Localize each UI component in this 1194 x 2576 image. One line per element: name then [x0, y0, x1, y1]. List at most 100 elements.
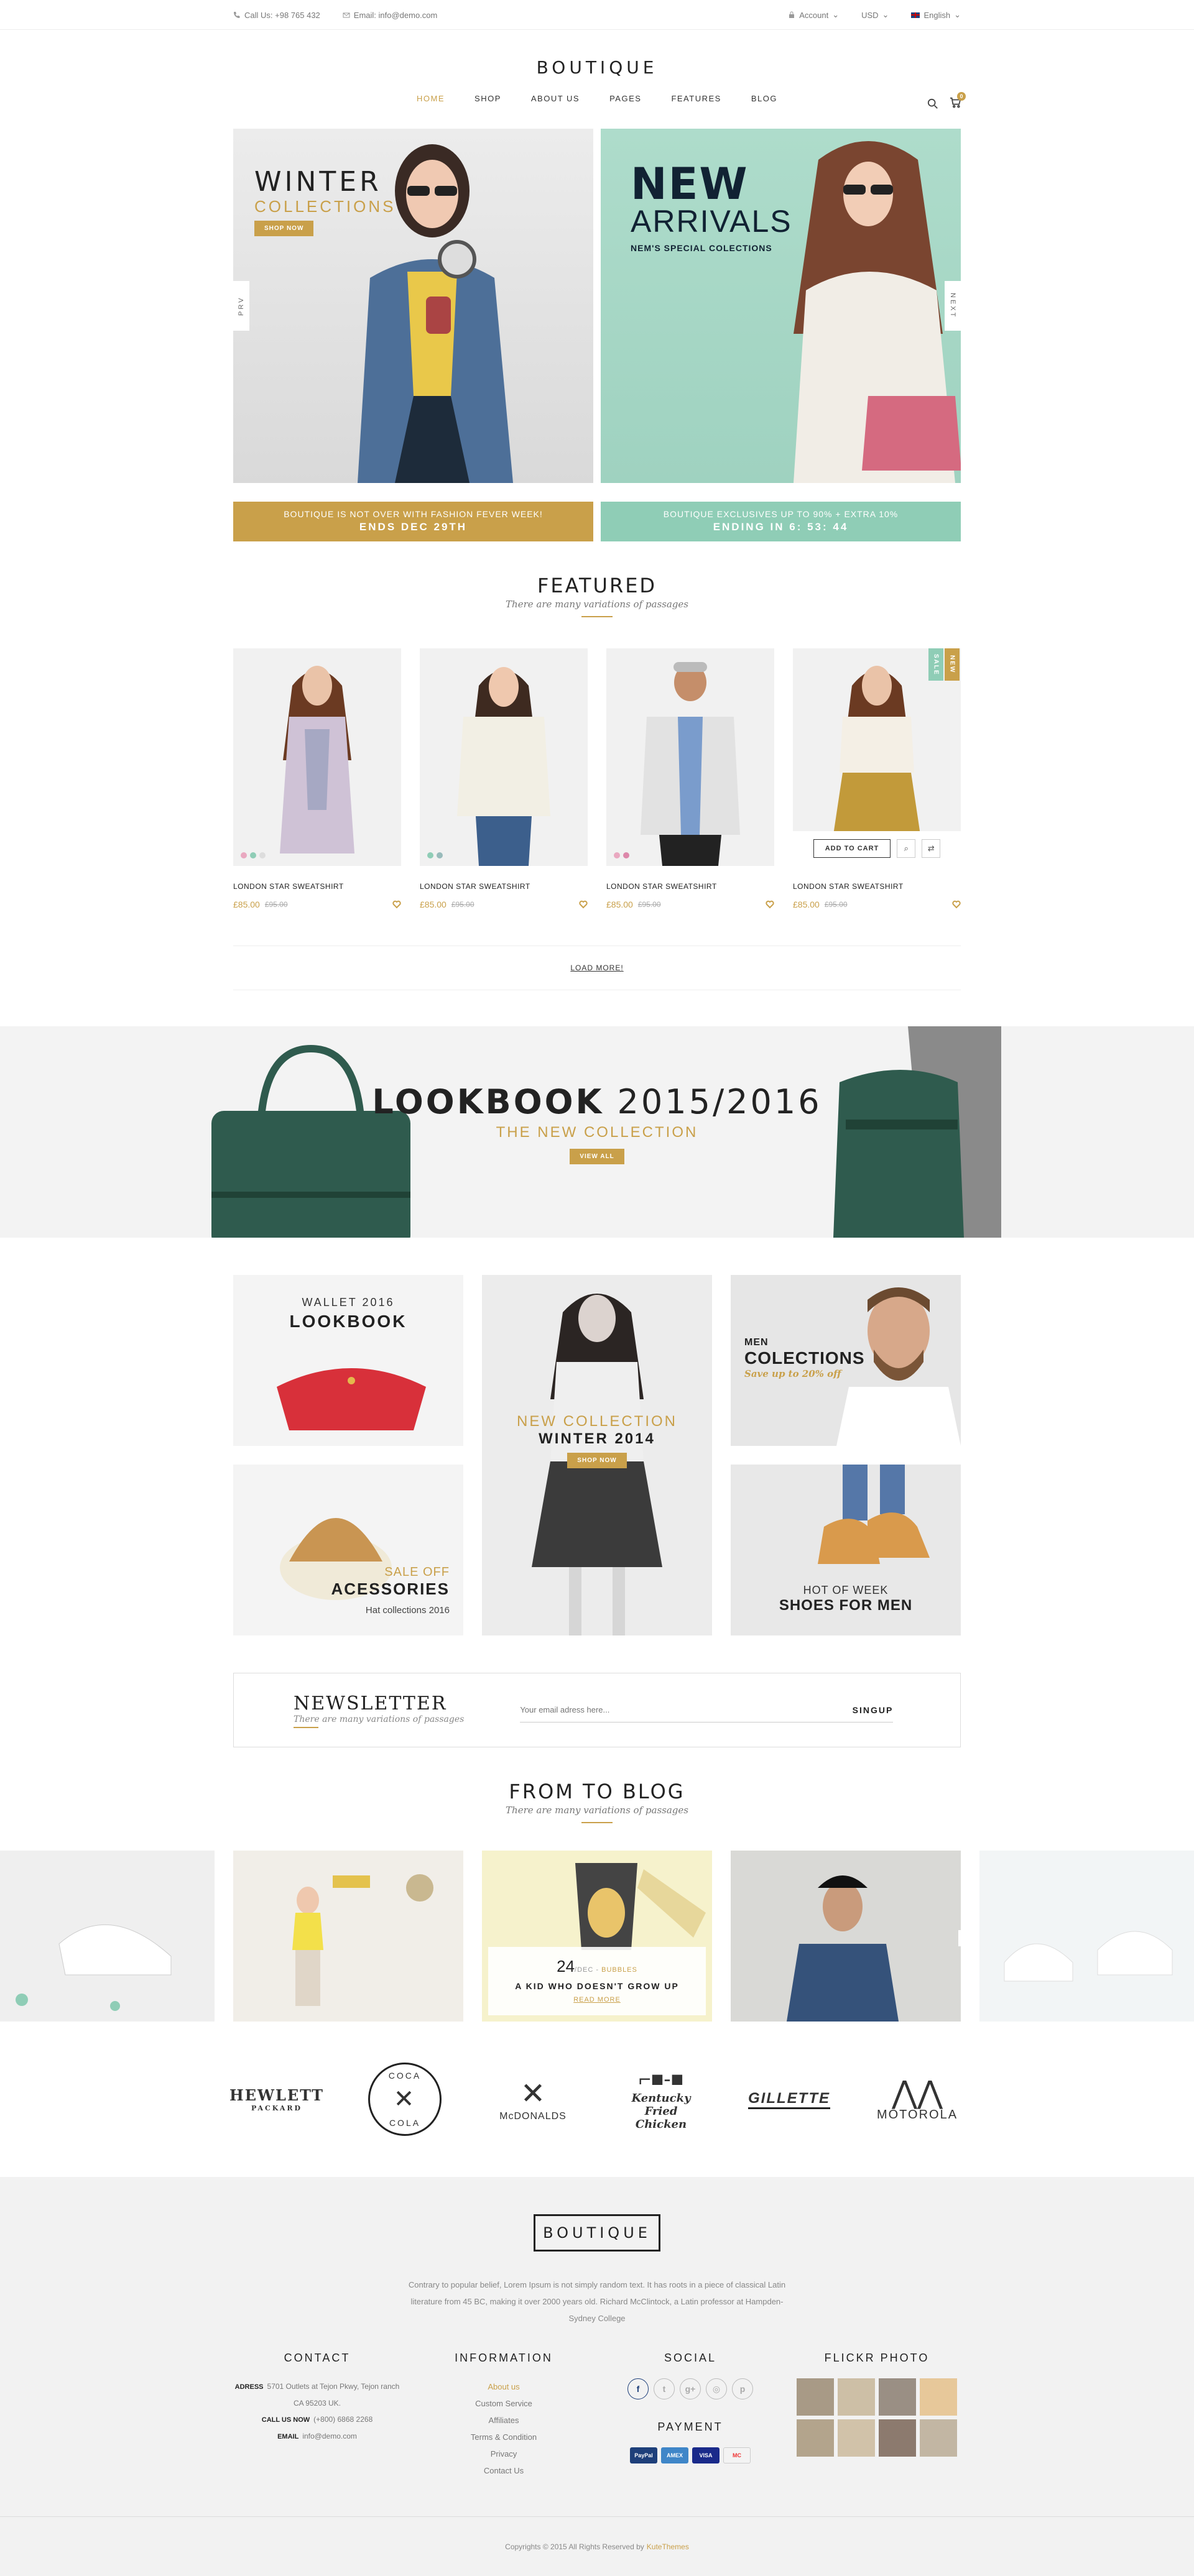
product-card[interactable]: SALE NEW ADD TO CART ⌕ ⇄ LONDON STAR SWE…: [793, 648, 961, 909]
blog-post-card[interactable]: [0, 1851, 215, 2022]
search-icon[interactable]: [927, 98, 938, 109]
google-plus-icon[interactable]: g+: [680, 2378, 701, 2399]
language-dropdown[interactable]: English ⌄: [911, 10, 961, 20]
heart-icon[interactable]: [579, 900, 588, 909]
blog-post-card[interactable]: [233, 1851, 463, 2022]
men-collections-banner[interactable]: MEN COLECTIONS Save up to 20% off: [731, 1275, 961, 1446]
blog-next-arrow[interactable]: ›: [958, 1930, 961, 1946]
footer-link[interactable]: Terms & Condition: [420, 2429, 588, 2445]
lookbook-subtitle: THE NEW COLLECTION: [496, 1124, 698, 1141]
compare-icon[interactable]: ⇄: [922, 839, 941, 858]
sale-badge: SALE: [928, 648, 943, 681]
flickr-photo[interactable]: [838, 2419, 875, 2457]
nav-features[interactable]: FEATURES: [671, 94, 721, 111]
flickr-photo[interactable]: [879, 2419, 916, 2457]
slide-subtitle: ARRIVALS: [631, 204, 792, 239]
shop-now-button[interactable]: SHOP NOW: [254, 221, 314, 236]
shoes-for-men-banner[interactable]: HOT OF WEEK SHOES FOR MEN: [731, 1465, 961, 1635]
product-card[interactable]: LONDON STAR SWEATSHIRT £85.00 £95.00: [233, 648, 401, 909]
brand-kfc[interactable]: ⌐■-■ Kentucky Fried Chicken: [618, 2062, 705, 2137]
blog-post-caption: 24/DEC - BUBBLES A KID WHO DOESN'T GROW …: [488, 1947, 706, 2015]
color-swatches[interactable]: [241, 852, 266, 858]
footer-information: INFORMATION About us Custom Service Affi…: [420, 2352, 588, 2479]
next-slide-button[interactable]: NEXT: [945, 281, 961, 331]
winter-collection-banner[interactable]: NEW COLLECTION WINTER 2014 SHOP NOW: [482, 1275, 712, 1635]
instagram-icon[interactable]: ◎: [706, 2378, 727, 2399]
footer-link[interactable]: Privacy: [420, 2445, 588, 2462]
load-more-link[interactable]: LOAD MORE!: [233, 945, 961, 990]
footer-description: Contrary to popular belief, Lorem Ipsum …: [408, 2280, 786, 2323]
footer-link[interactable]: About us: [420, 2378, 588, 2395]
heart-icon[interactable]: [392, 900, 401, 909]
color-swatches[interactable]: [614, 852, 629, 858]
flickr-photo[interactable]: [838, 2378, 875, 2416]
brand-gillette[interactable]: GILLETTE: [746, 2062, 833, 2137]
company-link[interactable]: KuteThemes: [647, 2542, 689, 2551]
twitter-icon[interactable]: t: [654, 2378, 675, 2399]
product-image[interactable]: SALE NEW ADD TO CART ⌕ ⇄: [793, 648, 961, 866]
model-lace-dress-image: [280, 666, 354, 853]
nav-home[interactable]: HOME: [417, 94, 445, 111]
cart-button[interactable]: 0: [950, 92, 966, 111]
slide-new-arrivals[interactable]: NEW ARRIVALS NEM'S SPECIAL COLECTIONS: [601, 129, 961, 483]
flickr-photo[interactable]: [797, 2419, 834, 2457]
product-card[interactable]: LONDON STAR SWEATSHIRT £85.00 £95.00: [606, 648, 774, 909]
envelope-icon: [343, 12, 350, 18]
nav-shop[interactable]: SHOP: [474, 94, 501, 111]
wallet-lookbook-banner[interactable]: WALLET 2016 LOOKBOOK: [233, 1275, 463, 1446]
footer-link[interactable]: Custom Service: [420, 2395, 588, 2412]
footer-link[interactable]: Affiliates: [420, 2412, 588, 2429]
hero-slider: PRV WINTER COLLECTIONS SHOP NOW NEW ARRI…: [233, 129, 961, 483]
facebook-icon[interactable]: f: [627, 2378, 649, 2399]
nav-pages[interactable]: PAGES: [609, 94, 641, 111]
flickr-photo[interactable]: [879, 2378, 916, 2416]
brand-hp[interactable]: HEWLETT PACKARD: [229, 2062, 323, 2137]
currency-dropdown[interactable]: USD ⌄: [861, 10, 889, 20]
account-dropdown[interactable]: Account ⌄: [788, 10, 839, 20]
flickr-photo[interactable]: [920, 2378, 957, 2416]
footer-logo[interactable]: BOUTIQUE: [534, 2214, 660, 2252]
email-info[interactable]: Email: info@demo.com: [343, 11, 437, 20]
heart-icon[interactable]: [766, 900, 774, 909]
flickr-photo[interactable]: [797, 2378, 834, 2416]
amex-icon: AMEX: [661, 2447, 688, 2463]
nav-about[interactable]: ABOUT US: [531, 94, 580, 111]
add-to-cart-button[interactable]: ADD TO CART: [813, 839, 891, 858]
view-all-button[interactable]: VIEW ALL: [570, 1149, 624, 1164]
pinterest-icon[interactable]: p: [732, 2378, 753, 2399]
site-logo[interactable]: BOUTIQUE: [233, 30, 961, 78]
nav-blog[interactable]: BLOG: [751, 94, 777, 111]
brand-motorola[interactable]: ⋀⋀ MOTOROLA: [874, 2062, 961, 2137]
flickr-photo[interactable]: [920, 2419, 957, 2457]
chevron-down-icon: ⌄: [882, 10, 889, 19]
slide-title: WINTER: [254, 166, 382, 198]
product-image[interactable]: [606, 648, 774, 866]
product-image[interactable]: [420, 648, 588, 866]
brand-coca-cola[interactable]: COCA ✕ COLA: [361, 2062, 448, 2137]
copyright: Copyrights © 2015 All Rights Reserved by…: [0, 2516, 1194, 2576]
signup-button[interactable]: SINGUP: [853, 1705, 894, 1715]
newsletter-email-input[interactable]: [520, 1705, 853, 1714]
blog-post-featured[interactable]: 24/DEC - BUBBLES A KID WHO DOESN'T GROW …: [482, 1851, 712, 2022]
footer-social: SOCIAL f t g+ ◎ p PAYMENT PayPal AMEX VI…: [606, 2352, 774, 2479]
product-card[interactable]: LONDON STAR SWEATSHIRT £85.00 £95.00: [420, 648, 588, 909]
product-image[interactable]: [233, 648, 401, 866]
promo-exclusives[interactable]: BOUTIQUE EXCLUSIVES UP TO 90% + EXTRA 10…: [601, 502, 961, 541]
footer-link[interactable]: Contact Us: [420, 2462, 588, 2479]
quick-view-search-icon[interactable]: ⌕: [897, 839, 916, 858]
blog-post-card[interactable]: ›: [731, 1851, 961, 2022]
blog-post-title[interactable]: A KID WHO DOESN'T GROW UP: [488, 1981, 706, 1991]
cart-count-badge: 0: [957, 92, 966, 101]
newsletter-title: NEWSLETTER: [294, 1692, 447, 1714]
color-swatches[interactable]: [427, 852, 443, 858]
heart-icon[interactable]: [952, 900, 961, 909]
promo-fashion-week[interactable]: BOUTIQUE IS NOT OVER WITH FASHION FEVER …: [233, 502, 593, 541]
accessories-banner[interactable]: SALE OFF ACESSORIES Hat collections 2016: [233, 1465, 463, 1635]
footer-contact: CONTACT ADRESS 5701 Outlets at Tejon Pkwy…: [234, 2352, 400, 2440]
prev-slide-button[interactable]: PRV: [233, 281, 249, 331]
brand-mcdonalds[interactable]: ✕ McDONALDS: [489, 2062, 576, 2137]
read-more-link[interactable]: READ MORE: [573, 1996, 621, 2003]
shop-now-button[interactable]: SHOP NOW: [567, 1453, 627, 1468]
slide-winter[interactable]: WINTER COLLECTIONS SHOP NOW: [233, 129, 593, 483]
blog-post-card[interactable]: [979, 1851, 1194, 2022]
